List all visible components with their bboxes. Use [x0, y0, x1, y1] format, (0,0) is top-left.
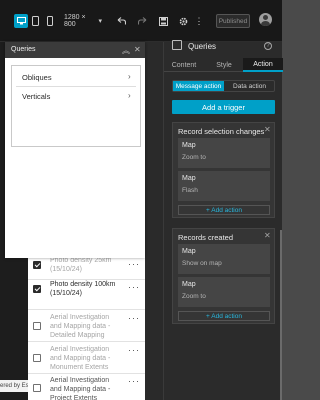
phone-icon[interactable]: [45, 14, 55, 28]
action-type: Show on map: [182, 260, 222, 267]
layer-list: Photo density 25km (15/10/24) ··· Photo …: [28, 250, 145, 400]
list-item-label: Aerial Investigation and Mapping data - …: [50, 314, 111, 339]
checkbox[interactable]: [33, 261, 41, 269]
add-trigger-button[interactable]: Add a trigger: [172, 100, 275, 114]
panel-title: Queries: [188, 42, 217, 51]
published-badge: Published: [216, 14, 250, 28]
checkbox[interactable]: [33, 384, 41, 392]
chevron-right-icon: ›: [128, 91, 131, 100]
trigger-card: Record selection changes ✕ Map Zoom to M…: [172, 122, 275, 218]
action-item[interactable]: Map Show on map: [178, 244, 270, 274]
message-action-toggle[interactable]: Message action: [173, 81, 224, 91]
list-item-label: Aerial Investigation and Mapping data - …: [50, 346, 111, 371]
action-target: Map: [182, 248, 196, 255]
chevron-right-icon: ›: [128, 72, 131, 81]
settings-icon[interactable]: [178, 14, 188, 28]
trigger-title: Records created: [178, 233, 234, 242]
save-icon[interactable]: [158, 14, 168, 28]
chevron-down-icon: ▾: [98, 18, 102, 25]
action-item[interactable]: Map Zoom to: [178, 277, 270, 307]
more-icon[interactable]: ···: [128, 259, 140, 269]
checkbox[interactable]: [33, 322, 41, 330]
resolution-label: 1280 × 800: [64, 14, 86, 28]
widget-icon: [172, 40, 182, 50]
more-icon[interactable]: ···: [128, 313, 140, 323]
list-item[interactable]: Aerial Investigation and Mapping data - …: [28, 374, 145, 400]
more-icon[interactable]: ···: [128, 282, 140, 292]
tab-style[interactable]: Style: [204, 58, 244, 72]
close-icon[interactable]: ✕: [264, 231, 271, 240]
action-type-toggle: Message action Data action: [172, 80, 275, 92]
collapse-icon[interactable]: ︽: [122, 45, 130, 56]
add-action-button[interactable]: + Add action: [178, 311, 270, 321]
action-item[interactable]: Map Zoom to: [178, 138, 270, 168]
trigger-card: Records created ✕ Map Show on map Map Zo…: [172, 228, 275, 324]
avatar[interactable]: [259, 13, 272, 26]
panel-tabs: Content Style Action: [164, 58, 283, 72]
checkbox[interactable]: [33, 285, 41, 293]
resolution-select[interactable]: 1280 × 800 ▾: [64, 14, 102, 28]
query-item-obliques[interactable]: Obliques ›: [16, 69, 136, 85]
action-target: Map: [182, 175, 196, 182]
queries-widget: Queries ︽ ✕ Obliques › Verticals ›: [5, 42, 145, 258]
more-icon[interactable]: ···: [128, 376, 140, 386]
list-item[interactable]: Aerial Investigation and Mapping data - …: [28, 342, 145, 374]
canvas-gutter: [145, 42, 163, 400]
query-item-label: Obliques: [22, 73, 52, 82]
add-action-button[interactable]: + Add action: [178, 205, 270, 215]
query-item-label: Verticals: [22, 92, 51, 101]
action-type: Zoom to: [182, 154, 206, 161]
redo-icon[interactable]: [137, 14, 147, 28]
desktop-icon[interactable]: [14, 14, 28, 28]
action-item[interactable]: Map Flash: [178, 171, 270, 201]
tablet-icon[interactable]: [30, 14, 40, 28]
close-icon[interactable]: ✕: [134, 45, 141, 54]
action-type: Zoom to: [182, 293, 206, 300]
list-item[interactable]: Photo density 100km (15/10/24) ···: [28, 280, 145, 310]
queries-widget-title: Queries: [11, 46, 36, 53]
list-item-label: Photo density 25km (15/10/24): [50, 257, 112, 273]
more-icon[interactable]: ···: [128, 345, 140, 355]
trigger-title: Record selection changes: [178, 127, 265, 136]
data-action-toggle[interactable]: Data action: [224, 81, 275, 91]
help-icon[interactable]: ?: [264, 42, 272, 50]
panel-scrollbar[interactable]: [280, 230, 282, 400]
list-item-label: Photo density 100km (15/10/24): [50, 281, 116, 297]
undo-icon[interactable]: [116, 14, 126, 28]
list-item-label: Aerial Investigation and Mapping data - …: [50, 377, 111, 400]
close-icon[interactable]: ✕: [264, 125, 271, 134]
checkbox[interactable]: [33, 354, 41, 362]
divider: [16, 86, 136, 87]
action-type: Flash: [182, 187, 198, 194]
settings-panel: Queries ? Content Style Action Message a…: [163, 40, 283, 400]
action-target: Map: [182, 281, 196, 288]
top-toolbar: 1280 × 800 ▾ ⋮ Published: [0, 0, 282, 42]
tab-content[interactable]: Content: [164, 58, 204, 72]
list-item[interactable]: Aerial Investigation and Mapping data - …: [28, 310, 145, 342]
tab-action[interactable]: Action: [243, 58, 283, 72]
query-item-verticals[interactable]: Verticals ›: [16, 88, 136, 104]
more-icon[interactable]: ⋮: [195, 14, 204, 28]
attribution-text: ered by Esri: [0, 380, 28, 392]
action-target: Map: [182, 142, 196, 149]
queries-list: Obliques › Verticals ›: [11, 65, 141, 147]
queries-widget-header: Queries ︽ ✕: [5, 42, 145, 58]
